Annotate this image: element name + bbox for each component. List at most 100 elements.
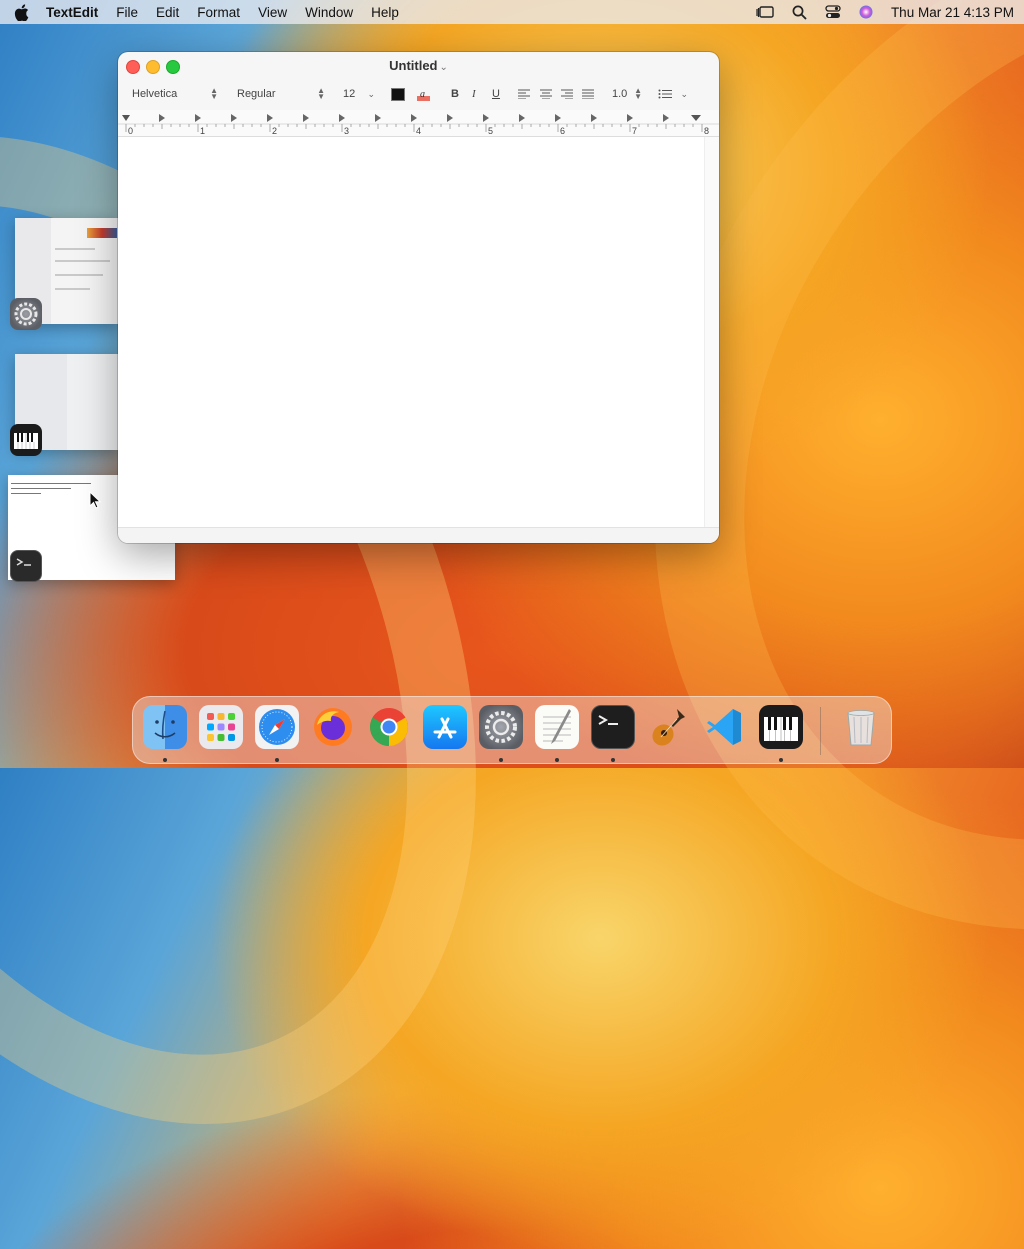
align-left-button[interactable] <box>518 86 530 102</box>
finder-icon[interactable] <box>143 705 187 749</box>
launchpad-icon[interactable] <box>199 705 243 749</box>
align-left-icon <box>518 89 530 99</box>
underline-button[interactable]: U <box>492 86 500 102</box>
font-family-select[interactable]: Helvetica ▲ ▼ <box>132 86 218 102</box>
font-size-select[interactable]: 12 ⌄ <box>343 86 375 102</box>
running-indicator <box>275 758 279 762</box>
running-indicator <box>555 758 559 762</box>
tab-stop-marker[interactable] <box>447 114 453 122</box>
running-indicator <box>163 758 167 762</box>
siri-icon[interactable] <box>859 5 873 19</box>
ruler-number: 4 <box>416 126 421 136</box>
align-center-button[interactable] <box>540 86 552 102</box>
ruler-number: 0 <box>128 126 133 136</box>
updown-arrows-icon: ▲ ▼ <box>317 86 325 101</box>
title-bar[interactable]: Untitled ⌄ <box>118 52 719 80</box>
menu-help[interactable]: Help <box>371 5 399 20</box>
line-spacing-value: 1.0 <box>612 88 628 100</box>
textedit-window: Untitled ⌄ Helvetica ▲ ▼ Regular ▲ ▼ 12 ⌄ a… <box>118 52 719 543</box>
menu-window[interactable]: Window <box>305 5 353 20</box>
tab-stop-marker[interactable] <box>195 114 201 122</box>
menu-app-name[interactable]: TextEdit <box>46 5 98 20</box>
bold-button[interactable]: B <box>451 86 459 102</box>
font-family-value: Helvetica <box>132 88 178 100</box>
ruler-number: 5 <box>488 126 493 136</box>
piano-icon[interactable] <box>759 705 803 749</box>
ruler-number: 1 <box>200 126 205 136</box>
tab-stop-marker[interactable] <box>591 114 597 122</box>
tab-stop-marker[interactable] <box>231 114 237 122</box>
menu-edit[interactable]: Edit <box>156 5 179 20</box>
ruler[interactable]: 0 1 2 3 4 5 6 7 8 <box>118 110 719 137</box>
vscode-icon[interactable] <box>703 705 747 749</box>
align-right-button[interactable] <box>561 86 573 102</box>
textedit-icon[interactable] <box>535 705 579 749</box>
control-center-icon[interactable] <box>825 5 841 19</box>
chevron-down-icon: ⌄ <box>439 62 448 73</box>
text-color-well[interactable] <box>391 88 405 101</box>
menu-clock[interactable]: Thu Mar 21 4:13 PM <box>891 5 1014 20</box>
italic-button[interactable]: I <box>472 86 476 102</box>
bullet-list-icon <box>658 89 672 99</box>
search-icon[interactable] <box>792 5 807 20</box>
tab-stop-marker[interactable] <box>627 114 633 122</box>
vertical-scrollbar[interactable] <box>704 137 719 527</box>
tab-stop-marker[interactable] <box>375 114 381 122</box>
terminal-icon <box>10 550 42 582</box>
gear-icon[interactable] <box>479 705 523 749</box>
justify-icon <box>582 89 594 99</box>
stage-manager-icon[interactable] <box>756 5 774 19</box>
justify-button[interactable] <box>582 86 594 102</box>
ruler-graphics: 0 1 2 3 4 5 6 7 8 <box>118 114 719 136</box>
running-indicator <box>499 758 503 762</box>
trash-icon[interactable] <box>839 705 883 749</box>
guitar-icon[interactable] <box>647 705 691 749</box>
align-center-icon <box>540 89 552 99</box>
list-style-select[interactable]: ⌄ <box>658 86 688 102</box>
tab-stop-marker[interactable] <box>663 114 669 122</box>
font-size-value: 12 <box>343 88 356 100</box>
tab-stop-marker[interactable] <box>555 114 561 122</box>
tab-stop-marker[interactable] <box>159 114 165 122</box>
tab-stop-marker[interactable] <box>483 114 489 122</box>
apple-icon[interactable] <box>14 3 30 21</box>
ruler-number: 7 <box>632 126 637 136</box>
menu-format[interactable]: Format <box>197 5 240 20</box>
thumbnail-line <box>11 488 71 489</box>
tab-stop-marker[interactable] <box>303 114 309 122</box>
thumbnail-wallpapers <box>87 228 117 238</box>
firefox-icon[interactable] <box>311 705 355 749</box>
window-bottom-bar <box>118 527 719 543</box>
safari-icon[interactable] <box>255 705 299 749</box>
document-text-area[interactable] <box>118 137 704 527</box>
app-store-icon[interactable] <box>423 705 467 749</box>
chevron-down-icon: ⌄ <box>680 89 688 99</box>
tab-stop-marker[interactable] <box>519 114 525 122</box>
chevron-down-icon: ⌄ <box>367 89 375 99</box>
window-title[interactable]: Untitled ⌄ <box>118 58 719 73</box>
chrome-icon[interactable] <box>367 705 411 749</box>
tab-stop-marker[interactable] <box>339 114 345 122</box>
tab-stop-marker[interactable] <box>267 114 273 122</box>
format-toolbar: Helvetica ▲ ▼ Regular ▲ ▼ 12 ⌄ a B I U 1… <box>118 80 719 108</box>
thumbnail-line <box>11 483 91 484</box>
highlight-color-button[interactable]: a <box>417 86 431 102</box>
ruler-number: 6 <box>560 126 565 136</box>
highlighter-icon: a <box>417 89 430 101</box>
dock-divider <box>820 707 821 755</box>
left-indent-marker[interactable] <box>122 115 130 121</box>
menu-file[interactable]: File <box>116 5 138 20</box>
font-style-select[interactable]: Regular ▲ ▼ <box>237 86 325 102</box>
tab-stop-marker[interactable] <box>411 114 417 122</box>
thumbnail-line <box>55 248 95 250</box>
terminal-icon[interactable] <box>591 705 635 749</box>
window-title-text: Untitled <box>389 58 438 73</box>
ruler-number: 3 <box>344 126 349 136</box>
line-spacing-select[interactable]: 1.0 ▲ ▼ <box>612 86 642 102</box>
running-indicator <box>611 758 615 762</box>
menu-view[interactable]: View <box>258 5 287 20</box>
right-margin-marker[interactable] <box>691 115 701 121</box>
updown-arrows-icon: ▲ ▼ <box>210 86 218 101</box>
gear-icon <box>10 298 42 330</box>
running-indicator <box>779 758 783 762</box>
